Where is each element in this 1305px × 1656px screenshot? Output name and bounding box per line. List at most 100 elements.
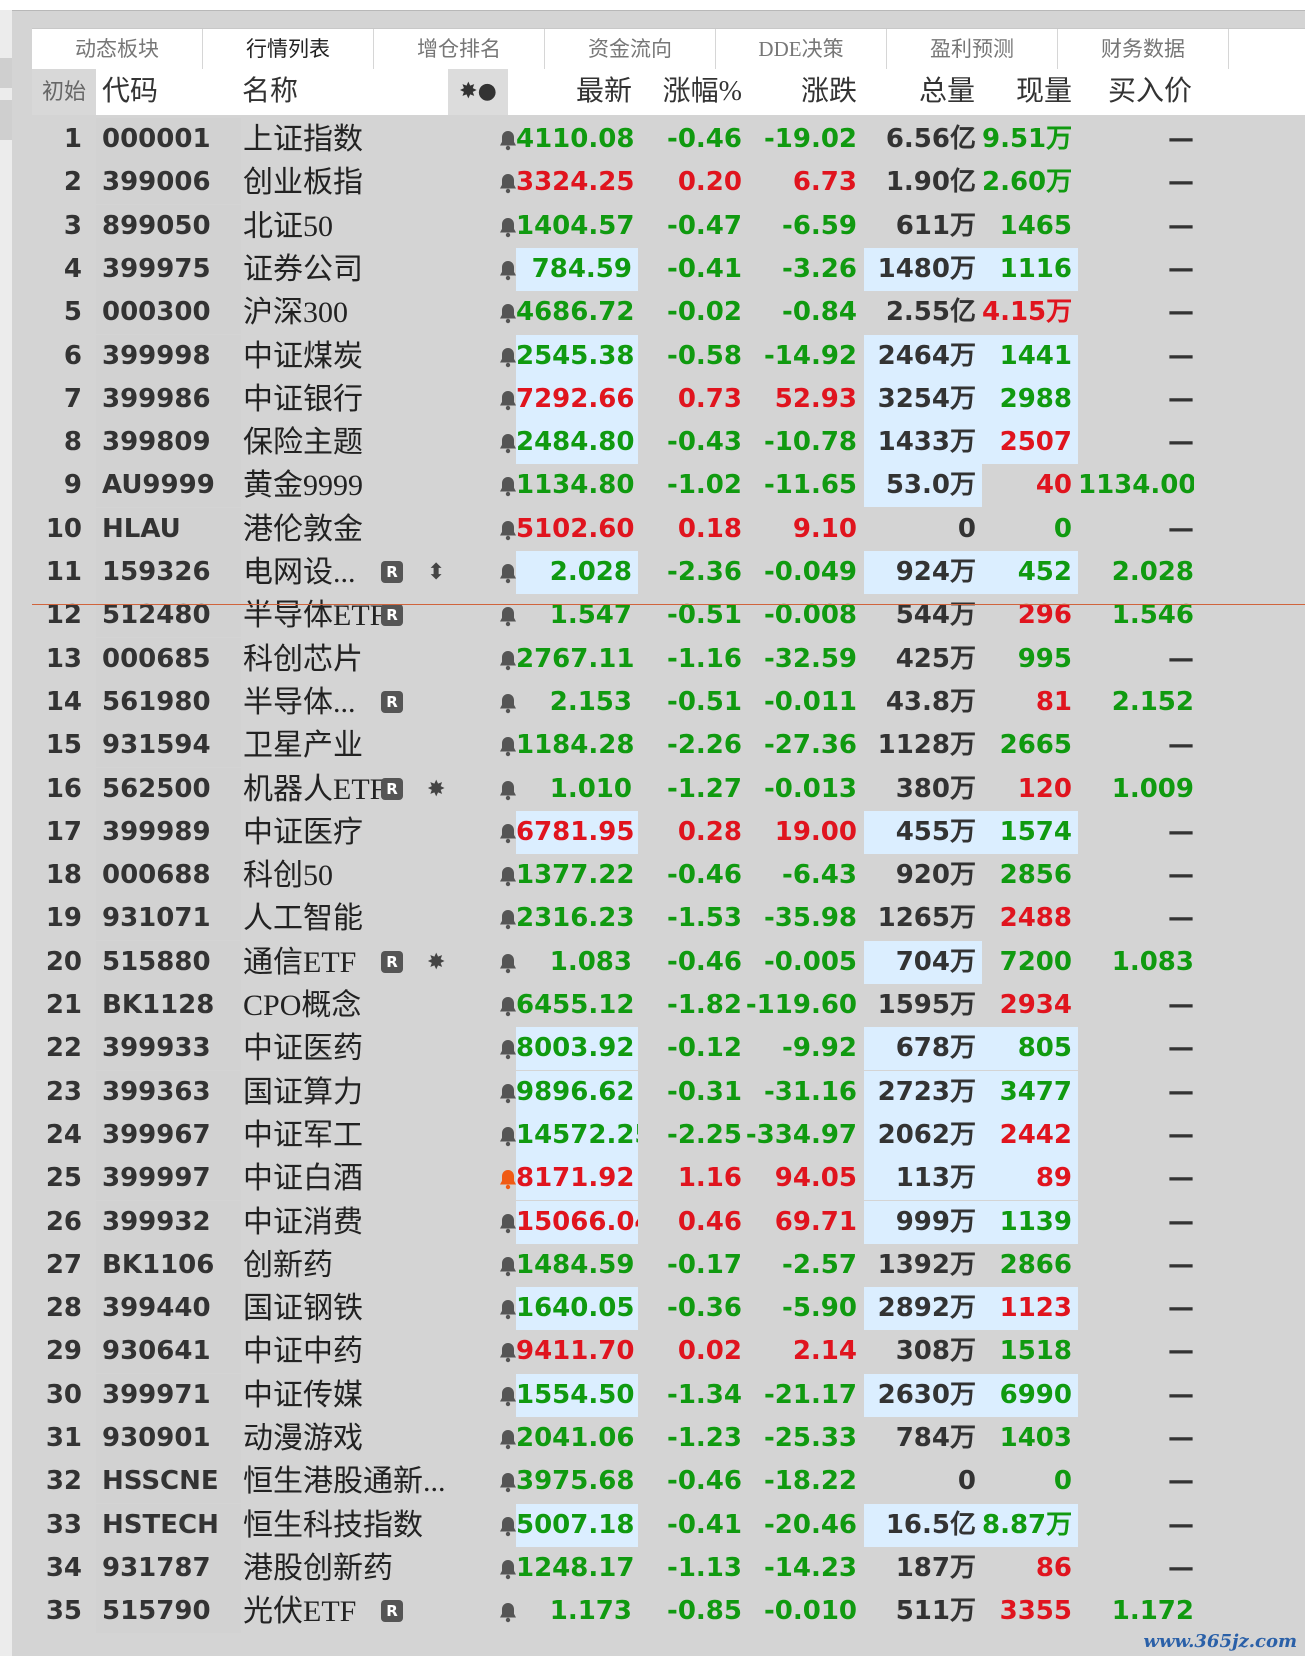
table-row[interactable]: 24 399967中证军工 14572.25 -2.25-334.972062万244…: [32, 1114, 1305, 1157]
table-row[interactable]: 9 AU9999 黄金9999 1134.80 -1.02 -11.65 53.0万 40 11…: [32, 464, 1305, 507]
alert-bell-icon[interactable]: [498, 1515, 518, 1537]
table-row[interactable]: 32 HSSCNE 恒生港股通新... 3975.68 -0.46 -18.22 0 0 —: [32, 1460, 1305, 1503]
row-name[interactable]: 半导体...: [241, 681, 467, 724]
row-code[interactable]: 562500: [96, 768, 241, 811]
header-bid-price[interactable]: 买入价: [1072, 69, 1192, 115]
row-name[interactable]: 中证中药: [241, 1330, 467, 1373]
row-name[interactable]: 中证消费: [241, 1201, 467, 1244]
alert-bell-icon[interactable]: [498, 779, 518, 801]
row-name[interactable]: 港伦敦金: [241, 508, 467, 551]
alert-bell-icon[interactable]: [498, 562, 518, 584]
row-code[interactable]: 931071: [96, 897, 241, 940]
alert-bell-icon[interactable]: [498, 172, 518, 194]
alert-bell-icon[interactable]: [498, 432, 518, 454]
table-row[interactable]: 4 399975 证券公司 784.59 -0.41 -3.26 1480万 1116 —: [32, 248, 1305, 291]
tab-3[interactable]: 资金流向: [545, 29, 716, 69]
row-code[interactable]: 000001: [96, 118, 241, 161]
row-name[interactable]: 科创50: [241, 854, 467, 897]
row-code[interactable]: HSTECH: [96, 1504, 241, 1547]
sidebar-segment[interactable]: [0, 100, 12, 140]
row-name[interactable]: 黄金9999: [241, 464, 467, 507]
row-name[interactable]: 沪深300: [241, 291, 467, 334]
table-row[interactable]: 27 BK1106 创新药 1484.59 -0.17 -2.57 1392万 2866 —: [32, 1244, 1305, 1287]
table-row[interactable]: 22 399933 中证医药 8003.92 -0.12 -9.92 678万 805 —: [32, 1027, 1305, 1070]
header-code[interactable]: 代码: [102, 69, 222, 115]
row-code[interactable]: 899050: [96, 205, 241, 248]
row-code[interactable]: 399932: [96, 1201, 241, 1244]
alert-bell-icon[interactable]: [498, 302, 518, 324]
table-row[interactable]: 5 000300 沪深300 4686.72 -0.02 -0.84 2.55亿 4.15万 —: [32, 291, 1305, 334]
sidebar-segment[interactable]: [0, 58, 12, 88]
row-name[interactable]: 光伏ETF: [241, 1590, 467, 1633]
row-name[interactable]: 创新药: [241, 1244, 467, 1287]
table-row[interactable]: 21 BK1128 CPO概念 6455.12 -1.82 -119.60 1595万 293…: [32, 984, 1305, 1027]
row-code[interactable]: 000685: [96, 638, 241, 681]
table-row[interactable]: 29 930641 中证中药 9411.70 0.02 2.14 308万 1518 —: [32, 1330, 1305, 1373]
table-row[interactable]: 31 930901 动漫游戏 2041.06 -1.23 -25.33 784万 1403 —: [32, 1417, 1305, 1460]
alert-bell-icon[interactable]: [498, 216, 518, 238]
alert-bell-icon[interactable]: [498, 346, 518, 368]
table-row[interactable]: 16 562500 机器人ETF R ✸ 1.010 -1.27 -0.013 380万 120 1…: [32, 768, 1305, 811]
row-code[interactable]: 000300: [96, 291, 241, 334]
row-code[interactable]: 561980: [96, 681, 241, 724]
header-initial-sort[interactable]: 初始: [32, 69, 96, 115]
row-code[interactable]: 515790: [96, 1590, 241, 1633]
row-name[interactable]: 恒生港股通新...: [241, 1460, 467, 1503]
row-name[interactable]: 中证煤炭: [241, 335, 467, 378]
table-row[interactable]: 6 399998 中证煤炭 2545.38 -0.58 -14.92 2464万 1441 —: [32, 335, 1305, 378]
row-code[interactable]: 399967: [96, 1114, 241, 1157]
row-code[interactable]: 512480: [96, 594, 241, 637]
row-code[interactable]: BK1128: [96, 984, 241, 1027]
header-latest[interactable]: 最新: [512, 69, 632, 115]
table-row[interactable]: 1 000001 上证指数 4110.08 -0.46 -19.02 6.56亿 9.51万 —: [32, 118, 1305, 161]
tab-6[interactable]: 财务数据: [1058, 29, 1229, 69]
alert-bell-icon[interactable]: [498, 1471, 518, 1493]
row-name[interactable]: 卫星产业: [241, 724, 467, 767]
table-row[interactable]: 26 399932中证消费 15066.04 0.46 69.71999万1139 —: [32, 1201, 1305, 1244]
row-code[interactable]: 930641: [96, 1330, 241, 1373]
row-name[interactable]: 中证军工: [241, 1114, 467, 1157]
row-code[interactable]: 930901: [96, 1417, 241, 1460]
row-name[interactable]: 国证钢铁: [241, 1287, 467, 1330]
alert-bell-icon[interactable]: [498, 1385, 518, 1407]
table-row[interactable]: 2 399006 创业板指 3324.25 0.20 6.73 1.90亿 2.60万 —: [32, 161, 1305, 204]
row-code[interactable]: HLAU: [96, 508, 241, 551]
row-code[interactable]: 931787: [96, 1547, 241, 1590]
row-code[interactable]: 399998: [96, 335, 241, 378]
alert-bell-icon[interactable]: [498, 1341, 518, 1363]
alert-bell-icon[interactable]: [498, 649, 518, 671]
row-code[interactable]: 159326: [96, 551, 241, 594]
alert-bell-icon[interactable]: [498, 908, 518, 930]
table-row[interactable]: 11 159326 电网设... R ⬍ 2.028 -2.36 -0.049 924万 452 2…: [32, 551, 1305, 594]
row-code[interactable]: 000688: [96, 854, 241, 897]
tab-4[interactable]: DDE决策: [716, 29, 887, 69]
row-code[interactable]: 399975: [96, 248, 241, 291]
alert-bell-icon[interactable]: [498, 1428, 518, 1450]
alert-bell-icon[interactable]: [498, 475, 518, 497]
tab-0[interactable]: 动态板块: [32, 29, 203, 69]
tab-5[interactable]: 盈利预测: [887, 29, 1058, 69]
row-name[interactable]: 证券公司: [241, 248, 467, 291]
row-name[interactable]: 半导体ETF: [241, 594, 467, 637]
row-code[interactable]: AU9999: [96, 464, 241, 507]
table-row[interactable]: 35 515790 光伏ETF R 1.173 -0.85 -0.010 511万 3355 1.…: [32, 1590, 1305, 1633]
row-name[interactable]: 国证算力: [241, 1071, 467, 1114]
row-code[interactable]: 399989: [96, 811, 241, 854]
alert-bell-icon[interactable]: [498, 692, 518, 714]
alert-bell-icon[interactable]: [498, 1601, 518, 1623]
row-code[interactable]: 515880: [96, 941, 241, 984]
header-indicator-icons[interactable]: ✸●: [448, 69, 508, 115]
table-row[interactable]: 20 515880 通信ETF R ✸ 1.083 -0.46 -0.005 704万 7200 1…: [32, 941, 1305, 984]
table-row[interactable]: 23 399363 国证算力 9896.62 -0.31 -31.16 2723万 3477 —: [32, 1071, 1305, 1114]
tab-1[interactable]: 行情列表: [203, 29, 374, 69]
alert-bell-icon[interactable]: [498, 952, 518, 974]
alert-bell-icon[interactable]: [498, 129, 518, 151]
table-row[interactable]: 10 HLAU 港伦敦金 5102.60 0.18 9.10 0 0 —: [32, 508, 1305, 551]
table-row[interactable]: 18 000688 科创50 1377.22 -0.46 -6.43 920万 2856 —: [32, 854, 1305, 897]
header-change-pct[interactable]: 涨幅%: [632, 69, 742, 115]
row-name[interactable]: 中证白酒: [241, 1157, 467, 1200]
row-code[interactable]: 399440: [96, 1287, 241, 1330]
table-row[interactable]: 34 931787 港股创新药 1248.17 -1.13 -14.23 187万 86 —: [32, 1547, 1305, 1590]
header-change[interactable]: 涨跌: [742, 69, 857, 115]
row-code[interactable]: 931594: [96, 724, 241, 767]
